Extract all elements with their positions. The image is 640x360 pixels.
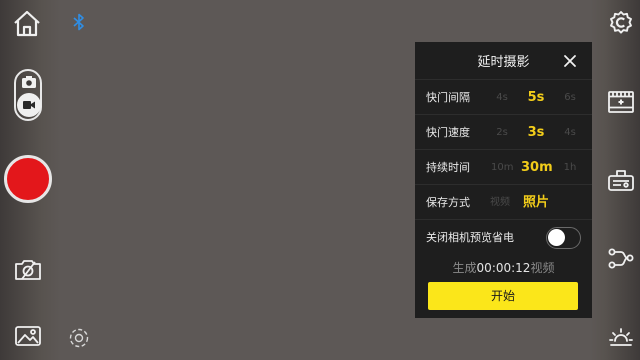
option-left[interactable]: 4s bbox=[491, 80, 513, 116]
bluetooth-icon bbox=[72, 12, 86, 32]
generate-suffix: 视频 bbox=[530, 261, 555, 275]
motion-icon[interactable] bbox=[607, 246, 635, 270]
option-selected[interactable]: 3s bbox=[521, 115, 551, 151]
timelapse-panel: 延时摄影 快门间隔 4s 5s 6s 快门速度 2s 3s 4s 持续时间 10… bbox=[415, 42, 592, 318]
focus-icon[interactable] bbox=[68, 327, 90, 349]
video-icon[interactable] bbox=[17, 93, 41, 117]
gimbal-icon[interactable] bbox=[607, 168, 635, 192]
row-shutter-interval: 快门间隔 4s 5s 6s bbox=[415, 79, 592, 115]
shutter-button[interactable] bbox=[4, 155, 52, 203]
mode-switch[interactable] bbox=[14, 69, 42, 121]
home-icon[interactable] bbox=[12, 9, 42, 37]
brightness-icon[interactable] bbox=[608, 324, 634, 350]
option-right[interactable]: 6s bbox=[561, 80, 579, 116]
camera-icon[interactable] bbox=[20, 73, 38, 91]
option-selected[interactable]: 照片 bbox=[519, 185, 553, 221]
toggle-knob bbox=[548, 229, 565, 246]
option-right[interactable]: 4s bbox=[561, 115, 579, 151]
row-label: 保存方式 bbox=[426, 196, 470, 209]
start-button[interactable]: 开始 bbox=[428, 282, 578, 310]
row-save-format: 保存方式 视频 照片 bbox=[415, 184, 592, 220]
row-power-saving: 关闭相机预览省电 bbox=[415, 219, 592, 255]
power-saving-toggle[interactable] bbox=[546, 227, 581, 249]
option-left[interactable]: 10m bbox=[491, 150, 513, 186]
slide-icon[interactable] bbox=[607, 90, 635, 114]
option-right[interactable]: 1h bbox=[561, 150, 579, 186]
option-selected[interactable]: 30m bbox=[521, 150, 553, 186]
option-left[interactable]: 2s bbox=[491, 115, 513, 151]
row-duration: 持续时间 10m 30m 1h bbox=[415, 149, 592, 185]
generate-summary: 生成00:00:12视频 bbox=[415, 259, 592, 276]
generate-time: 00:00:12 bbox=[476, 261, 531, 275]
close-icon[interactable] bbox=[563, 54, 577, 68]
generate-prefix: 生成 bbox=[452, 261, 477, 275]
option-left[interactable]: 视频 bbox=[487, 185, 513, 221]
power-saving-label: 关闭相机预览省电 bbox=[426, 231, 514, 244]
settings-icon[interactable] bbox=[608, 10, 634, 36]
row-shutter-speed: 快门速度 2s 3s 4s bbox=[415, 114, 592, 150]
row-label: 快门间隔 bbox=[426, 91, 470, 104]
row-label: 持续时间 bbox=[426, 161, 470, 174]
option-selected[interactable]: 5s bbox=[521, 80, 551, 116]
camera-off-icon[interactable] bbox=[13, 256, 43, 282]
row-label: 快门速度 bbox=[426, 126, 470, 139]
gallery-icon[interactable] bbox=[14, 325, 42, 347]
